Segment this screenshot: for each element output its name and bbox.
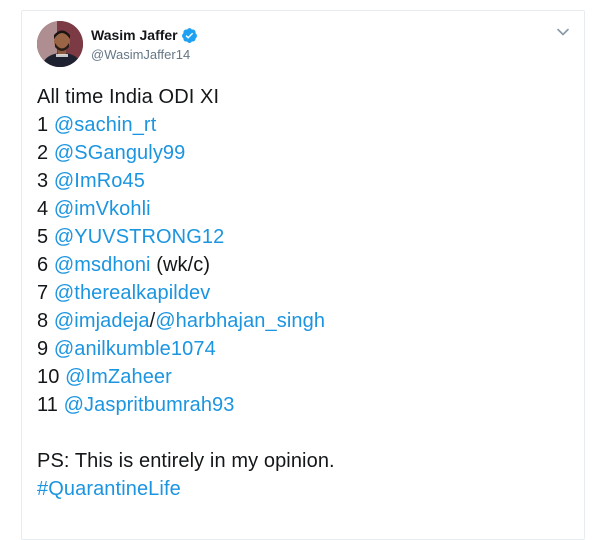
lineup-row: 10 @ImZaheer [37,363,567,391]
lineup-row: 5 @YUVSTRONG12 [37,223,567,251]
lineup-row: 2 @SGanguly99 [37,139,567,167]
lineup-row: 8 @imjadeja/@harbhajan_singh [37,307,567,335]
tweet-text: All time India ODI XI 1 @sachin_rt 2 @SG… [37,83,567,503]
lineup-number: 11 [37,394,64,416]
mention-link[interactable]: @sachin_rt [54,114,156,136]
display-name-row: Wasim Jaffer [91,26,198,45]
lineup-number: 4 [37,198,54,220]
lineup-number: 5 [37,226,54,248]
mention-link[interactable]: @imjadeja [54,310,150,332]
tweet-title: All time India ODI XI [37,86,220,108]
lineup-row: 1 @sachin_rt [37,111,567,139]
lineup-number: 1 [37,114,54,136]
lineup-number: 9 [37,338,54,360]
lineup-number: 10 [37,366,66,388]
mention-link[interactable]: @imVkohli [54,198,151,220]
tweet-ps-note: PS: This is entirely in my opinion. [37,450,335,472]
hashtag-row: #QuarantineLife [37,475,567,503]
lineup-number: 2 [37,142,54,164]
lineup-number: 3 [37,170,54,192]
avatar[interactable] [37,21,83,67]
hashtag-link[interactable]: #QuarantineLife [37,478,181,500]
mention-link[interactable]: @ImZaheer [65,366,172,388]
author-info: Wasim Jaffer @WasimJaffer14 [91,26,198,64]
lineup-row: 7 @therealkapildev [37,279,567,307]
mention-link[interactable]: @msdhoni [54,254,151,276]
mention-link[interactable]: @SGanguly99 [54,142,185,164]
lineup-row: 4 @imVkohli [37,195,567,223]
lineup-number: 8 [37,310,54,332]
tweet-card: Wasim Jaffer @WasimJaffer14 All time Ind… [21,10,585,540]
avatar-image [37,21,83,67]
mention-link[interactable]: @ImRo45 [54,170,145,192]
chevron-down-icon[interactable] [556,25,570,39]
mention-link[interactable]: @Jaspritbumrah93 [64,394,235,416]
verified-badge-icon [181,27,198,44]
lineup-role: (wk/c) [150,254,211,276]
mention-link[interactable]: @harbhajan_singh [155,310,325,332]
lineup-row: 6 @msdhoni (wk/c) [37,251,567,279]
lineup-row: 9 @anilkumble1074 [37,335,567,363]
author-display-name[interactable]: Wasim Jaffer [91,26,178,45]
lineup-number: 7 [37,282,54,304]
lineup-row: 11 @Jaspritbumrah93 [37,391,567,419]
author-handle[interactable]: @WasimJaffer14 [91,46,198,64]
mention-link[interactable]: @therealkapildev [54,282,210,304]
lineup-row: 3 @ImRo45 [37,167,567,195]
mention-link[interactable]: @YUVSTRONG12 [54,226,224,248]
lineup-number: 6 [37,254,54,276]
mention-link[interactable]: @anilkumble1074 [54,338,216,360]
